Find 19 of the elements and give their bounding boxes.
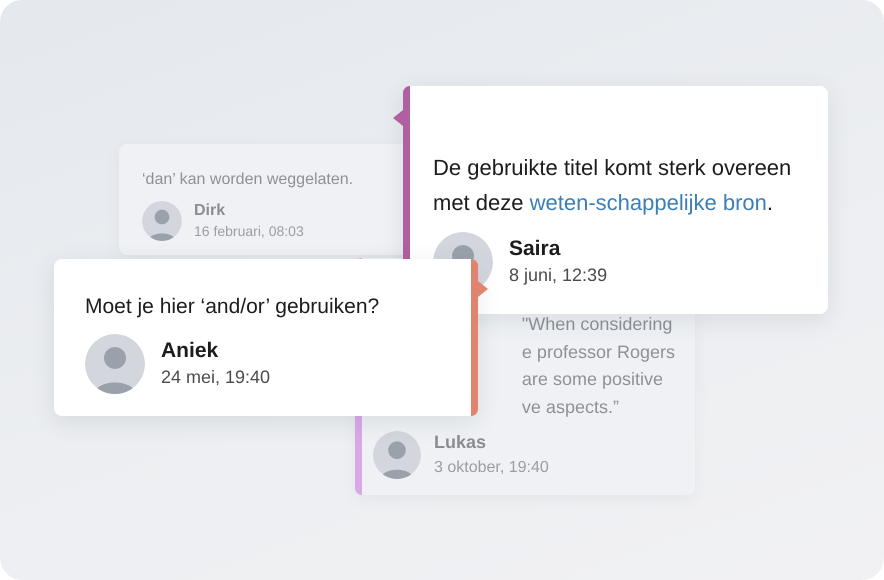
author-name: Saira bbox=[509, 237, 562, 260]
avatar-icon bbox=[85, 334, 145, 394]
comment-date: 16 februari, 08:03 bbox=[194, 223, 304, 240]
avatar-icon bbox=[142, 201, 182, 241]
author-name: Lukas bbox=[434, 433, 488, 453]
comment-text: "When considering e professor Rogers are some positive ve aspects.” bbox=[522, 313, 675, 419]
author-name: Dirk bbox=[194, 202, 226, 220]
source-link[interactable]: schappelijke bron bbox=[596, 190, 767, 215]
comment-date: 8 juni, 12:39 bbox=[509, 265, 608, 287]
comment-date: 3 oktober, 19:40 bbox=[434, 458, 549, 477]
source-link[interactable]: weten- bbox=[530, 190, 596, 215]
comment-text: Moet je hier ‘and/or’ gebruiken? bbox=[85, 294, 380, 320]
avatar-icon bbox=[373, 431, 421, 479]
comment-text: ‘dan’ kan worden weggelaten. bbox=[142, 170, 354, 190]
comment-date: 24 mei, 19:40 bbox=[161, 367, 270, 389]
callout-pointer bbox=[478, 281, 488, 297]
callout-pointer bbox=[393, 110, 403, 126]
author-name: Aniek bbox=[161, 339, 220, 362]
comment-text: De gebruikte titel komt sterk overeen met deze weten-schappelijke bron. bbox=[433, 154, 792, 217]
